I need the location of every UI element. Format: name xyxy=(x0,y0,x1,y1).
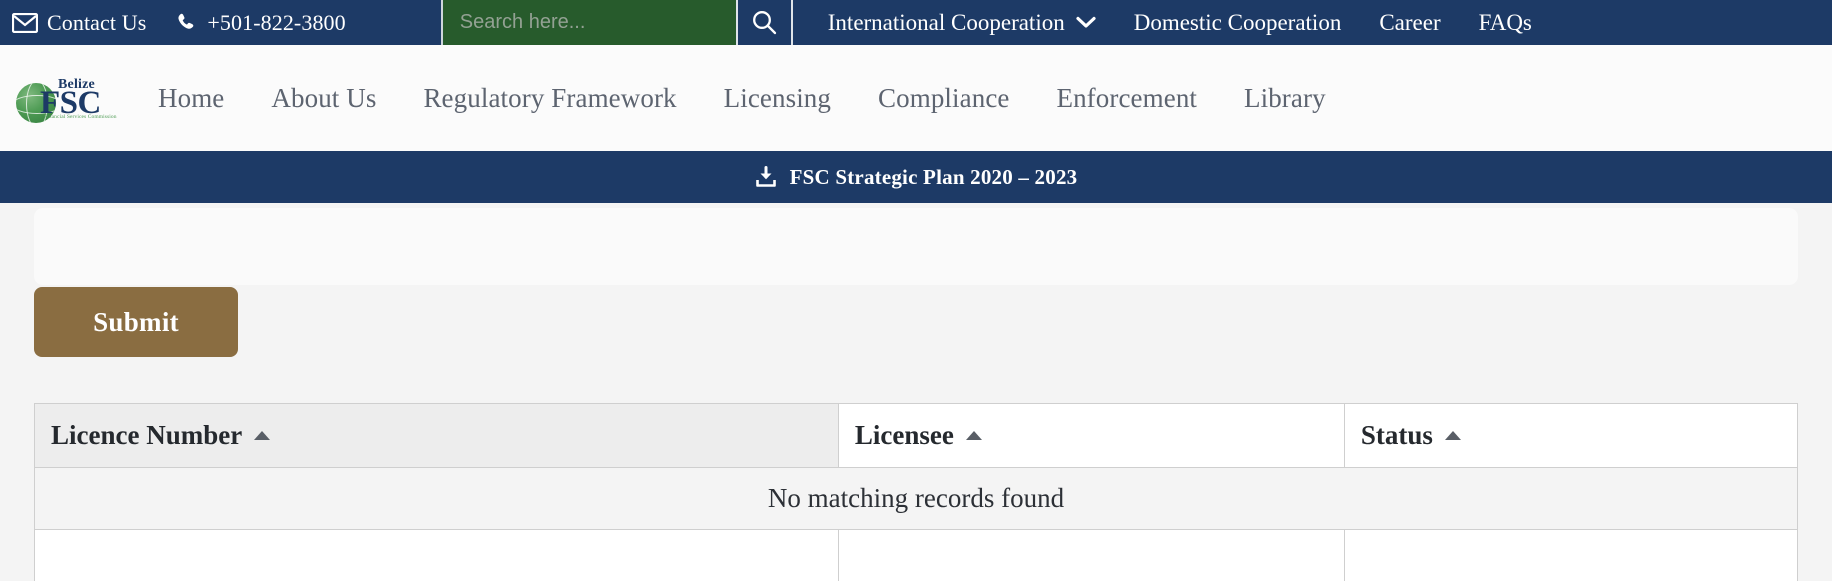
contact-us-link[interactable]: Contact Us xyxy=(12,10,146,36)
column-header-label: Licensee xyxy=(854,420,954,450)
nav-item-about-us[interactable]: About Us xyxy=(271,83,376,114)
search-icon xyxy=(751,9,778,36)
search-group xyxy=(440,0,793,45)
topbar-contact-group: Contact Us +501-822-3800 xyxy=(0,0,346,45)
column-header-label: Status xyxy=(1360,420,1433,450)
search-input[interactable] xyxy=(440,0,736,45)
topnav-label: Career xyxy=(1379,9,1441,35)
column-header-label: Licence Number xyxy=(51,420,243,450)
caret-up-icon xyxy=(1444,431,1461,440)
nav-item-enforcement[interactable]: Enforcement xyxy=(1056,83,1197,114)
records-table-wrapper: Licence Number Licensee Status No matchi… xyxy=(34,403,1799,581)
main-navigation-bar: Belize FSC Financial Services Commission… xyxy=(0,45,1832,151)
topnav-item-domestic-cooperation[interactable]: Domestic Cooperation xyxy=(1134,10,1342,36)
site-logo[interactable]: Belize FSC Financial Services Commission xyxy=(14,69,116,127)
topnav-item-international-cooperation[interactable]: International Cooperation xyxy=(828,10,1096,36)
table-footer-cell-status xyxy=(1343,529,1799,581)
nav-item-licensing[interactable]: Licensing xyxy=(724,83,831,114)
topnav-label: Domestic Cooperation xyxy=(1133,9,1342,35)
nav-item-home[interactable]: Home xyxy=(158,83,224,114)
topbar-nav: International Cooperation Domestic Coope… xyxy=(828,0,1832,45)
column-header-status[interactable]: Status xyxy=(1343,403,1799,468)
search-form-panel xyxy=(34,208,1798,285)
topnav-label: FAQs xyxy=(1478,9,1532,35)
strategic-plan-label: FSC Strategic Plan 2020 – 2023 xyxy=(789,164,1078,189)
phone-link[interactable]: +501-822-3800 xyxy=(176,9,346,36)
records-table-foot xyxy=(34,529,1799,581)
download-icon xyxy=(755,166,777,188)
topnav-item-faqs[interactable]: FAQs xyxy=(1479,10,1532,36)
page-content: Submit Licence Number Licensee Status No… xyxy=(0,208,1832,581)
phone-label: +501-822-3800 xyxy=(207,9,346,35)
caret-up-icon xyxy=(254,431,271,440)
table-header-row: Licence Number Licensee Status xyxy=(34,403,1799,468)
nav-item-regulatory-framework[interactable]: Regulatory Framework xyxy=(423,83,676,114)
top-utility-bar: Contact Us +501-822-3800 International C… xyxy=(0,0,1832,45)
table-footer-cell-licensee xyxy=(837,529,1345,581)
strategic-plan-banner[interactable]: FSC Strategic Plan 2020 – 2023 xyxy=(0,151,1832,203)
column-header-licence-number[interactable]: Licence Number xyxy=(34,403,839,468)
caret-up-icon xyxy=(965,431,982,440)
logo-tagline-text: Financial Services Commission xyxy=(44,114,117,120)
envelope-icon xyxy=(12,12,38,33)
topnav-label: International Cooperation xyxy=(827,9,1065,35)
nav-item-compliance[interactable]: Compliance xyxy=(878,83,1009,114)
records-table: Licence Number Licensee Status No matchi… xyxy=(34,403,1799,581)
phone-icon xyxy=(176,12,198,34)
main-nav-items: Home About Us Regulatory Framework Licen… xyxy=(158,83,1326,114)
records-table-body: No matching records found xyxy=(34,467,1798,530)
empty-state-message: No matching records found xyxy=(34,467,1798,530)
topnav-item-career[interactable]: Career xyxy=(1379,10,1440,36)
records-table-head: Licence Number Licensee Status xyxy=(34,403,1799,468)
column-header-licensee[interactable]: Licensee xyxy=(837,403,1345,468)
empty-state-row: No matching records found xyxy=(34,467,1798,530)
search-button[interactable] xyxy=(735,0,793,45)
table-footer-row xyxy=(34,529,1799,581)
submit-button[interactable]: Submit xyxy=(34,287,238,357)
nav-item-library[interactable]: Library xyxy=(1244,83,1326,114)
contact-us-label: Contact Us xyxy=(47,9,147,35)
chevron-down-icon xyxy=(1076,16,1096,29)
table-footer-cell-licence-number xyxy=(34,529,839,581)
